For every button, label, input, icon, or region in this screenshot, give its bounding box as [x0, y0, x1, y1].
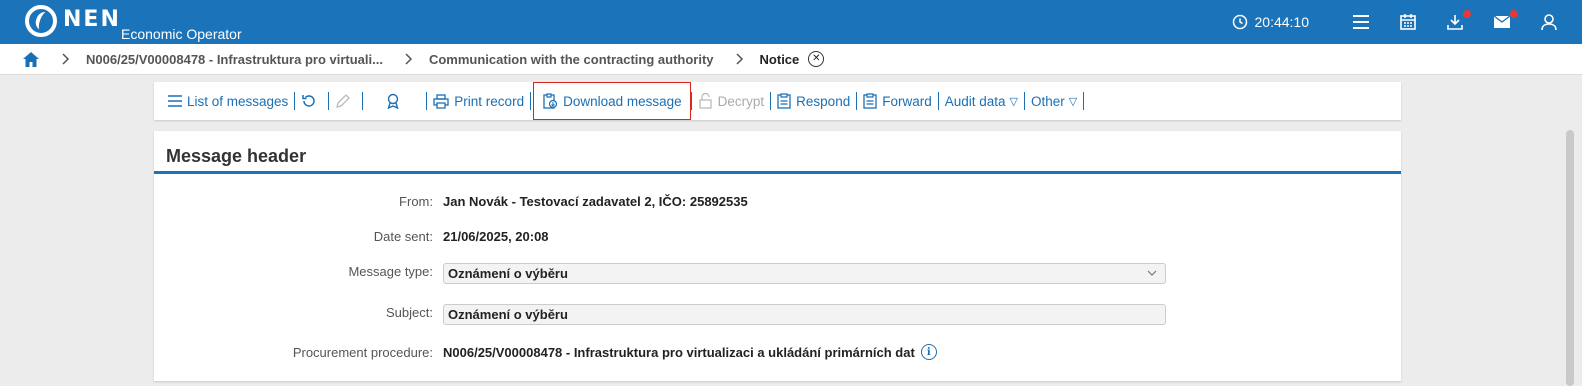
- download-document-icon: [543, 93, 558, 109]
- info-icon[interactable]: i: [920, 344, 937, 360]
- list-of-messages-label: List of messages: [187, 93, 289, 109]
- from-value: Jan Novák - Testovací zadavatel 2, IČO: …: [443, 194, 748, 209]
- menu-button[interactable]: [1348, 9, 1374, 35]
- subject-value: Oznámení o výběru: [448, 307, 568, 322]
- procurement-procedure-row: Procurement procedure: N006/25/V00008478…: [154, 344, 1401, 360]
- calendar-icon: [1400, 14, 1416, 30]
- date-sent-row: Date sent: 21/06/2025, 20:08: [154, 229, 1401, 244]
- other-menu[interactable]: Other ▽: [1025, 94, 1083, 109]
- print-record-label: Print record: [454, 93, 525, 109]
- date-sent-label: Date sent:: [373, 229, 433, 244]
- message-toolbar: List of messages Print record Download m…: [154, 82, 1401, 120]
- date-sent-value: 21/06/2025, 20:08: [443, 229, 549, 244]
- message-type-label: Message type:: [348, 264, 433, 279]
- chevron-down-icon: [1147, 270, 1157, 276]
- breadcrumb-communication[interactable]: Communication with the contracting autho…: [429, 52, 714, 67]
- message-header-card: Message header From: Jan Novák - Testova…: [154, 131, 1401, 381]
- menu-icon: [1353, 15, 1369, 29]
- forward-icon: [863, 93, 877, 109]
- other-label: Other: [1031, 93, 1065, 109]
- message-type-select[interactable]: Oznámení o výběru: [443, 263, 1166, 284]
- procurement-procedure-label: Procurement procedure:: [292, 344, 433, 360]
- decrypt-button: Decrypt: [692, 93, 771, 109]
- subject-label: Subject:: [386, 305, 433, 320]
- respond-icon: [777, 93, 791, 109]
- download-message-label: Download message: [563, 93, 682, 109]
- audit-data-menu[interactable]: Audit data ▽: [939, 94, 1024, 109]
- downloads-badge: [1463, 10, 1471, 18]
- logo[interactable]: NEN: [25, 5, 121, 37]
- from-row: From: Jan Novák - Testovací zadavatel 2,…: [154, 194, 1401, 209]
- page-scrollbar[interactable]: [1566, 130, 1574, 386]
- toolbar-divider: [530, 92, 532, 110]
- forward-button[interactable]: Forward: [857, 93, 938, 109]
- breadcrumb: N006/25/V00008478 - Infrastruktura pro v…: [0, 44, 1582, 75]
- downloads-button[interactable]: [1442, 9, 1471, 35]
- user-icon: [1541, 14, 1557, 31]
- certificate-button[interactable]: [363, 93, 426, 109]
- procurement-procedure-value: N006/25/V00008478 - Infrastruktura pro v…: [443, 344, 915, 360]
- refresh-button[interactable]: [295, 93, 328, 109]
- section-title: Message header: [166, 146, 307, 166]
- forward-label: Forward: [882, 93, 932, 109]
- subject-field[interactable]: Oznámení o výběru: [443, 304, 1166, 325]
- subject-row: Subject: Oznámení o výběru: [154, 304, 1401, 325]
- home-icon: [23, 51, 39, 67]
- messages-badge: [1510, 10, 1518, 18]
- toolbar-divider: [1083, 92, 1085, 110]
- download-message-button[interactable]: Download message: [533, 82, 691, 120]
- close-tab-button[interactable]: ✕: [808, 51, 825, 67]
- breadcrumb-procedure[interactable]: N006/25/V00008478 - Infrastruktura pro v…: [86, 52, 383, 67]
- brand-name: NEN: [63, 7, 121, 32]
- chevron-right-icon: [62, 53, 70, 65]
- message-type-value: Oznámení o výběru: [448, 266, 568, 281]
- decrypt-label: Decrypt: [717, 93, 765, 109]
- list-icon: [168, 95, 182, 107]
- print-record-button[interactable]: Print record: [427, 94, 530, 109]
- message-type-row: Message type: Oznámení o výběru: [154, 263, 1401, 284]
- download-icon: [1447, 15, 1463, 30]
- section-underline: [154, 171, 1401, 174]
- list-of-messages-button[interactable]: List of messages: [162, 94, 294, 109]
- calendar-button[interactable]: [1395, 9, 1421, 35]
- close-icon: ✕: [812, 53, 821, 64]
- session-clock: 20:44:10: [1232, 14, 1310, 30]
- unlock-icon: [699, 93, 712, 109]
- clock-icon: [1232, 14, 1247, 30]
- respond-button[interactable]: Respond: [771, 93, 856, 109]
- dropdown-triangle-icon: ▽: [1009, 95, 1018, 108]
- refresh-icon: [302, 95, 315, 107]
- printer-icon: [433, 93, 449, 109]
- respond-label: Respond: [796, 93, 851, 109]
- user-button[interactable]: [1536, 9, 1562, 35]
- home-link[interactable]: [22, 51, 40, 68]
- pencil-icon: [336, 94, 351, 108]
- edit-button: [329, 93, 362, 109]
- chevron-right-icon: [405, 53, 413, 65]
- app-subtitle: Economic Operator: [121, 26, 242, 42]
- from-label: From:: [399, 194, 433, 209]
- certificate-icon: [387, 93, 399, 109]
- logo-icon: [25, 5, 57, 37]
- messages-button[interactable]: [1489, 9, 1518, 35]
- dropdown-triangle-icon: ▽: [1068, 95, 1078, 108]
- audit-data-label: Audit data: [944, 93, 1006, 109]
- mail-icon: [1493, 15, 1511, 28]
- breadcrumb-current: Notice: [759, 51, 800, 67]
- top-bar: NEN Economic Operator 20:44:10: [0, 0, 1582, 44]
- clock-time: 20:44:10: [1254, 14, 1310, 30]
- chevron-right-icon: [736, 53, 744, 65]
